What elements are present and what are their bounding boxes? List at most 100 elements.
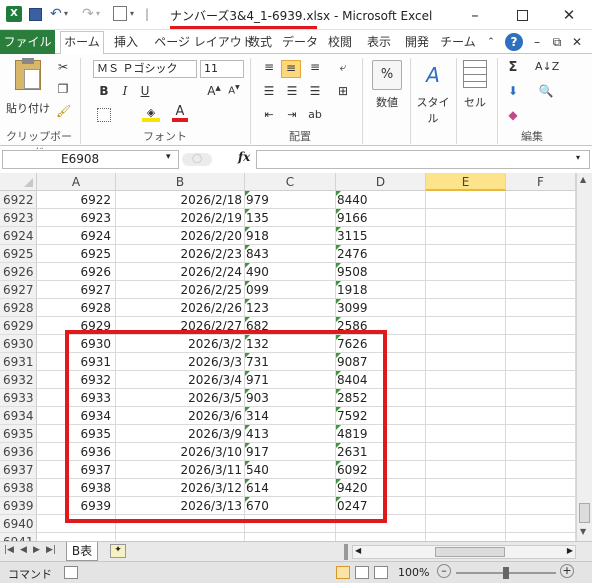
prev-sheet-icon[interactable]: ◀ bbox=[20, 545, 27, 555]
cell-c[interactable]: 123 bbox=[245, 299, 336, 317]
cut-icon[interactable]: ✂ bbox=[56, 60, 70, 74]
cell-e[interactable] bbox=[426, 533, 506, 541]
cell-f[interactable] bbox=[506, 461, 576, 479]
cell-f[interactable] bbox=[506, 227, 576, 245]
tab-home[interactable]: ホーム bbox=[60, 31, 104, 55]
cell-d[interactable]: 9508 bbox=[336, 263, 426, 281]
cell-d[interactable]: 9166 bbox=[336, 209, 426, 227]
row-header[interactable]: 6924 bbox=[0, 227, 37, 245]
font-grow-icon[interactable]: A▲ bbox=[206, 84, 222, 98]
cell-e[interactable] bbox=[426, 389, 506, 407]
copy-icon[interactable]: ❐ bbox=[56, 82, 70, 96]
align-left-icon[interactable]: ☰ bbox=[260, 84, 278, 98]
wrap-text-icon[interactable]: ⤶ bbox=[334, 60, 352, 75]
orientation-icon[interactable]: ab bbox=[306, 108, 324, 121]
row-header[interactable]: 6930 bbox=[0, 335, 37, 353]
zoom-out-icon[interactable]: – bbox=[437, 564, 451, 578]
merge-center-icon[interactable]: ⊞ bbox=[334, 84, 352, 98]
cell-c[interactable]: 490 bbox=[245, 263, 336, 281]
row-header[interactable]: 6938 bbox=[0, 479, 37, 497]
cell-f[interactable] bbox=[506, 353, 576, 371]
row-header[interactable]: 6926 bbox=[0, 263, 37, 281]
cell-c[interactable]: 979 bbox=[245, 191, 336, 209]
fill-icon[interactable]: ⬇ bbox=[505, 84, 521, 98]
cell-e[interactable] bbox=[426, 317, 506, 335]
tab-formulas[interactable]: 数式 bbox=[244, 32, 276, 54]
last-sheet-icon[interactable]: ▶| bbox=[46, 545, 56, 555]
cell-a[interactable]: 6925 bbox=[37, 245, 116, 263]
cell-a[interactable]: 6924 bbox=[37, 227, 116, 245]
cell-f[interactable] bbox=[506, 191, 576, 209]
column-header-f[interactable]: F bbox=[506, 173, 576, 191]
row-header[interactable]: 6931 bbox=[0, 353, 37, 371]
help-icon[interactable]: ? bbox=[505, 33, 523, 51]
cell-b[interactable] bbox=[116, 533, 245, 541]
tab-file[interactable]: ファイル bbox=[0, 30, 55, 54]
underline-button[interactable]: U bbox=[138, 84, 152, 98]
tab-team[interactable]: チーム bbox=[440, 32, 476, 54]
row-header[interactable]: 6941 bbox=[0, 533, 37, 541]
row-header[interactable]: 6922 bbox=[0, 191, 37, 209]
row-header[interactable]: 6932 bbox=[0, 371, 37, 389]
cell-c[interactable]: 918 bbox=[245, 227, 336, 245]
column-header-d[interactable]: D bbox=[336, 173, 426, 191]
cell-e[interactable] bbox=[426, 209, 506, 227]
page-layout-view-icon[interactable] bbox=[355, 566, 369, 579]
cell-e[interactable] bbox=[426, 191, 506, 209]
formula-input[interactable] bbox=[256, 150, 590, 169]
cell-e[interactable] bbox=[426, 461, 506, 479]
cell-d[interactable]: 3115 bbox=[336, 227, 426, 245]
worksheet-grid[interactable]: A B C D E F 6922 6922 2026/2/18 979 8440 6923… bbox=[0, 173, 576, 541]
cell-c[interactable]: 843 bbox=[245, 245, 336, 263]
cell-f[interactable] bbox=[506, 245, 576, 263]
cell-a[interactable]: 6923 bbox=[37, 209, 116, 227]
italic-button[interactable]: I bbox=[118, 84, 132, 98]
select-all-button[interactable] bbox=[0, 173, 37, 191]
cell-e[interactable] bbox=[426, 353, 506, 371]
cell-b[interactable]: 2026/2/24 bbox=[116, 263, 245, 281]
ribbon-close-icon[interactable]: ✕ bbox=[570, 32, 584, 54]
vertical-scrollbar[interactable]: ▲ ▼ bbox=[576, 173, 592, 541]
format-painter-icon[interactable]: 🖌 bbox=[56, 104, 71, 118]
cell-f[interactable] bbox=[506, 263, 576, 281]
customize-qat-icon[interactable]: ▾ bbox=[130, 6, 146, 22]
cell-b[interactable]: 2026/2/26 bbox=[116, 299, 245, 317]
cell-c[interactable]: 135 bbox=[245, 209, 336, 227]
cell-d[interactable]: 1918 bbox=[336, 281, 426, 299]
hscroll-right-icon[interactable]: ▶ bbox=[567, 546, 573, 555]
excel-app-icon[interactable]: X bbox=[6, 6, 22, 22]
cell-b[interactable]: 2026/2/23 bbox=[116, 245, 245, 263]
font-size-select[interactable]: 11 bbox=[200, 60, 244, 78]
scroll-thumb[interactable] bbox=[579, 503, 590, 523]
align-right-icon[interactable]: ☰ bbox=[306, 84, 324, 98]
cell-e[interactable] bbox=[426, 407, 506, 425]
number-format-button[interactable]: % 数値 bbox=[368, 60, 406, 110]
cell-f[interactable] bbox=[506, 317, 576, 335]
cell-f[interactable] bbox=[506, 335, 576, 353]
hscroll-thumb[interactable] bbox=[435, 547, 505, 557]
cell-f[interactable] bbox=[506, 479, 576, 497]
cell-e[interactable] bbox=[426, 281, 506, 299]
fill-color-icon[interactable]: ◈ bbox=[142, 106, 160, 122]
row-header[interactable]: 6927 bbox=[0, 281, 37, 299]
styles-button[interactable]: A スタイル bbox=[412, 60, 454, 126]
font-color-icon[interactable]: A bbox=[172, 104, 188, 122]
row-header[interactable]: 6934 bbox=[0, 407, 37, 425]
macro-record-icon[interactable] bbox=[64, 566, 78, 579]
row-header[interactable]: 6923 bbox=[0, 209, 37, 227]
tab-insert[interactable]: 挿入 bbox=[109, 32, 143, 54]
cell-a[interactable]: 6922 bbox=[37, 191, 116, 209]
column-header-e[interactable]: E bbox=[426, 173, 506, 191]
column-header-a[interactable]: A bbox=[37, 173, 116, 191]
insert-sheet-icon[interactable]: ✦ bbox=[110, 544, 126, 558]
find-select-icon[interactable]: 🔍 bbox=[535, 84, 557, 98]
cell-d[interactable]: 2476 bbox=[336, 245, 426, 263]
ribbon-collapse-icon[interactable]: ⌃ bbox=[484, 32, 498, 54]
cell-f[interactable] bbox=[506, 389, 576, 407]
close-button[interactable]: ✕ bbox=[554, 4, 584, 26]
maximize-button[interactable] bbox=[507, 4, 537, 26]
horizontal-scrollbar[interactable]: ◀ ▶ bbox=[352, 545, 576, 559]
zoom-slider[interactable] bbox=[456, 567, 556, 579]
align-middle-icon[interactable]: ≡ bbox=[281, 60, 301, 78]
cell-f[interactable] bbox=[506, 515, 576, 533]
